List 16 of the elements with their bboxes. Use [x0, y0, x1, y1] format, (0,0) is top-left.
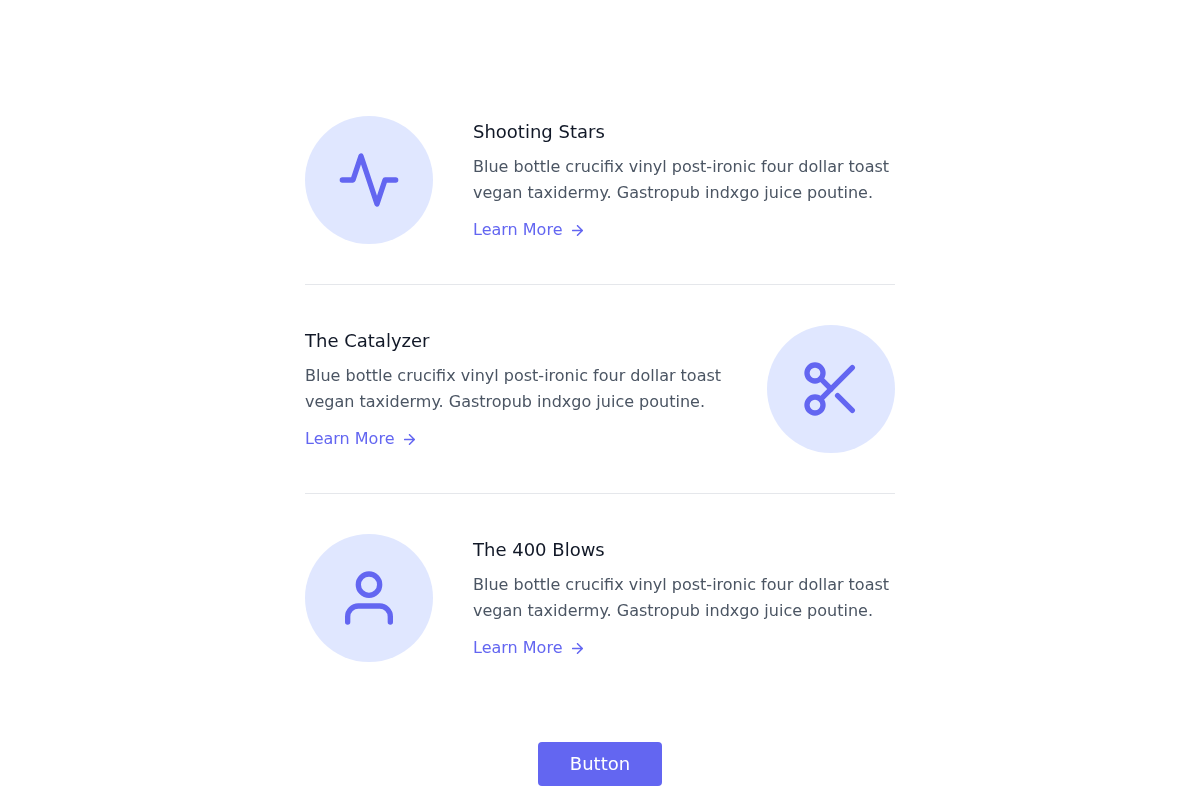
feature-title: Shooting Stars [473, 120, 605, 144]
action-button[interactable]: Button [537, 742, 663, 786]
arrow-right-icon [572, 224, 584, 236]
pulse-icon [305, 116, 433, 244]
learn-more-link[interactable]: Learn More [305, 427, 416, 451]
feature-title: The Catalyzer [305, 329, 430, 353]
learn-more-link[interactable]: Learn More [473, 636, 584, 660]
arrow-right-icon [572, 642, 584, 654]
feature-description: Blue bottle crucifix vinyl post-ironic four dollar toast vegan taxidermy. Gastropub indxgo juice poutine. [473, 574, 891, 622]
learn-more-link[interactable]: Learn More [473, 218, 584, 242]
scissors-icon [767, 325, 895, 453]
arrow-right-icon [404, 433, 416, 445]
feature-title: The 400 Blows [473, 538, 605, 562]
person-icon [305, 534, 433, 662]
feature-description: Blue bottle crucifix vinyl post-ironic four dollar toast vegan taxidermy. Gastropub indxgo juice poutine. [473, 156, 891, 204]
feature-description: Blue bottle crucifix vinyl post-ironic four dollar toast vegan taxidermy. Gastropub indxgo juice poutine. [305, 365, 723, 413]
